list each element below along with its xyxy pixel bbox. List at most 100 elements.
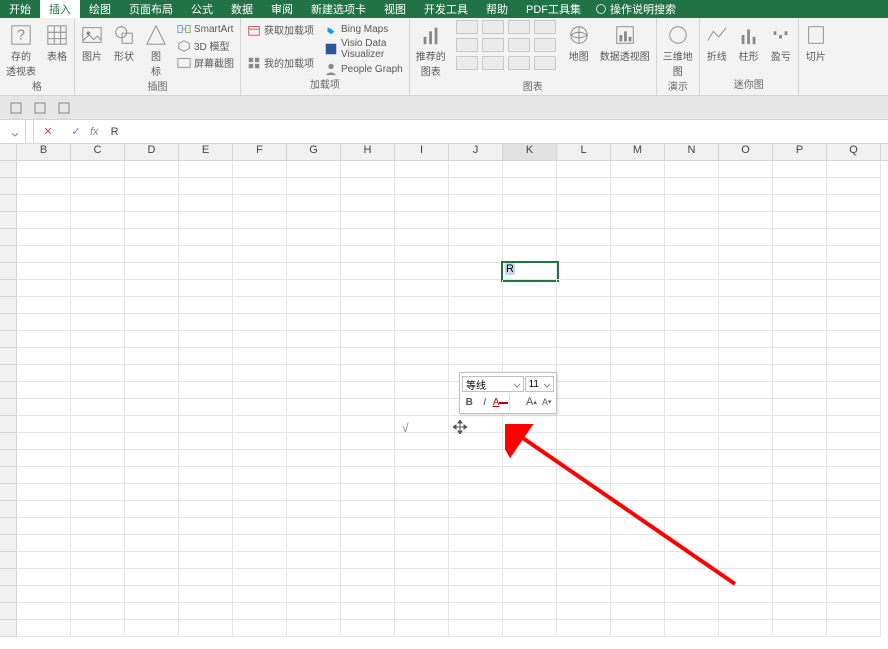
formula-input[interactable]: R [105,126,888,138]
cell[interactable] [503,535,557,552]
column-header[interactable]: B [17,144,71,160]
cell[interactable] [71,263,125,280]
cell[interactable] [503,552,557,569]
cell[interactable] [233,246,287,263]
cell[interactable] [341,569,395,586]
cell[interactable] [773,467,827,484]
cell[interactable] [665,535,719,552]
cell[interactable] [665,569,719,586]
select-all-corner[interactable] [0,144,17,160]
cell[interactable] [125,229,179,246]
cell[interactable] [449,603,503,620]
cell[interactable] [341,161,395,178]
cell[interactable] [287,501,341,518]
cell[interactable] [233,416,287,433]
cell[interactable] [395,484,449,501]
cell[interactable] [557,603,611,620]
cell[interactable] [179,212,233,229]
screenshot-button[interactable]: 屏幕截图 [177,55,234,70]
cell[interactable] [287,178,341,195]
cell[interactable] [449,297,503,314]
cell[interactable] [233,161,287,178]
cell[interactable] [71,280,125,297]
cell[interactable] [503,161,557,178]
menu-tab-draw[interactable]: 绘图 [80,0,120,18]
cell[interactable] [17,586,71,603]
cell[interactable] [557,484,611,501]
cell[interactable] [395,382,449,399]
mini-decrease-font-button[interactable]: A▾ [540,394,554,410]
row-header[interactable] [0,484,17,501]
bing-maps-button[interactable]: Bing Maps [324,22,403,36]
cell[interactable] [449,450,503,467]
cell[interactable] [827,450,881,467]
row-header[interactable] [0,501,17,518]
cell[interactable] [17,331,71,348]
row-header[interactable] [0,433,17,450]
cell[interactable] [611,416,665,433]
row-header[interactable] [0,518,17,535]
cell[interactable] [287,263,341,280]
confirm-edit-button[interactable]: ✓ [62,125,90,138]
cell[interactable] [233,433,287,450]
cell[interactable] [611,161,665,178]
sparkline-column-button[interactable]: 柱形 [738,20,760,63]
cell[interactable] [233,450,287,467]
column-header[interactable]: L [557,144,611,160]
cell[interactable] [827,246,881,263]
cell[interactable] [179,535,233,552]
qat-icon-3[interactable] [58,102,70,114]
cell[interactable] [17,365,71,382]
column-header[interactable]: C [71,144,125,160]
cell[interactable] [449,620,503,637]
cell[interactable] [179,467,233,484]
cell[interactable] [71,297,125,314]
cell[interactable] [125,280,179,297]
cell[interactable] [17,569,71,586]
cell[interactable] [557,314,611,331]
cell[interactable] [287,280,341,297]
cell[interactable] [665,348,719,365]
cell[interactable] [71,229,125,246]
cell[interactable] [449,280,503,297]
cell[interactable] [71,382,125,399]
cell[interactable] [773,535,827,552]
cell[interactable] [395,314,449,331]
column-header[interactable]: D [125,144,179,160]
cell[interactable] [179,433,233,450]
row-header[interactable] [0,161,17,178]
cell[interactable] [827,603,881,620]
cell[interactable] [17,280,71,297]
mini-font-color-button[interactable]: A [493,394,508,410]
table-button[interactable]: 表格 [46,20,68,63]
menu-tab-devtools[interactable]: 开发工具 [415,0,477,18]
cell[interactable] [287,535,341,552]
cell[interactable] [827,416,881,433]
cell[interactable] [395,348,449,365]
chart-type-item[interactable] [534,20,556,34]
cell[interactable] [611,467,665,484]
menu-tab-pdftools[interactable]: PDF工具集 [517,0,590,18]
cell[interactable] [611,450,665,467]
cell[interactable] [71,314,125,331]
cell[interactable] [287,518,341,535]
chart-type-item[interactable] [456,20,478,34]
cell[interactable] [773,178,827,195]
cell[interactable] [179,229,233,246]
slicer-button[interactable]: 切片 [805,20,827,63]
row-header[interactable] [0,586,17,603]
row-header[interactable] [0,348,17,365]
row-header[interactable] [0,569,17,586]
cell[interactable] [341,331,395,348]
cell[interactable] [287,450,341,467]
qat-icon-2[interactable] [34,102,46,114]
cell[interactable] [233,263,287,280]
cell[interactable] [503,433,557,450]
cell[interactable] [71,399,125,416]
cell[interactable] [827,467,881,484]
cell[interactable] [449,212,503,229]
cell[interactable] [773,348,827,365]
cell[interactable] [233,620,287,637]
cell[interactable] [665,484,719,501]
cell[interactable] [179,365,233,382]
